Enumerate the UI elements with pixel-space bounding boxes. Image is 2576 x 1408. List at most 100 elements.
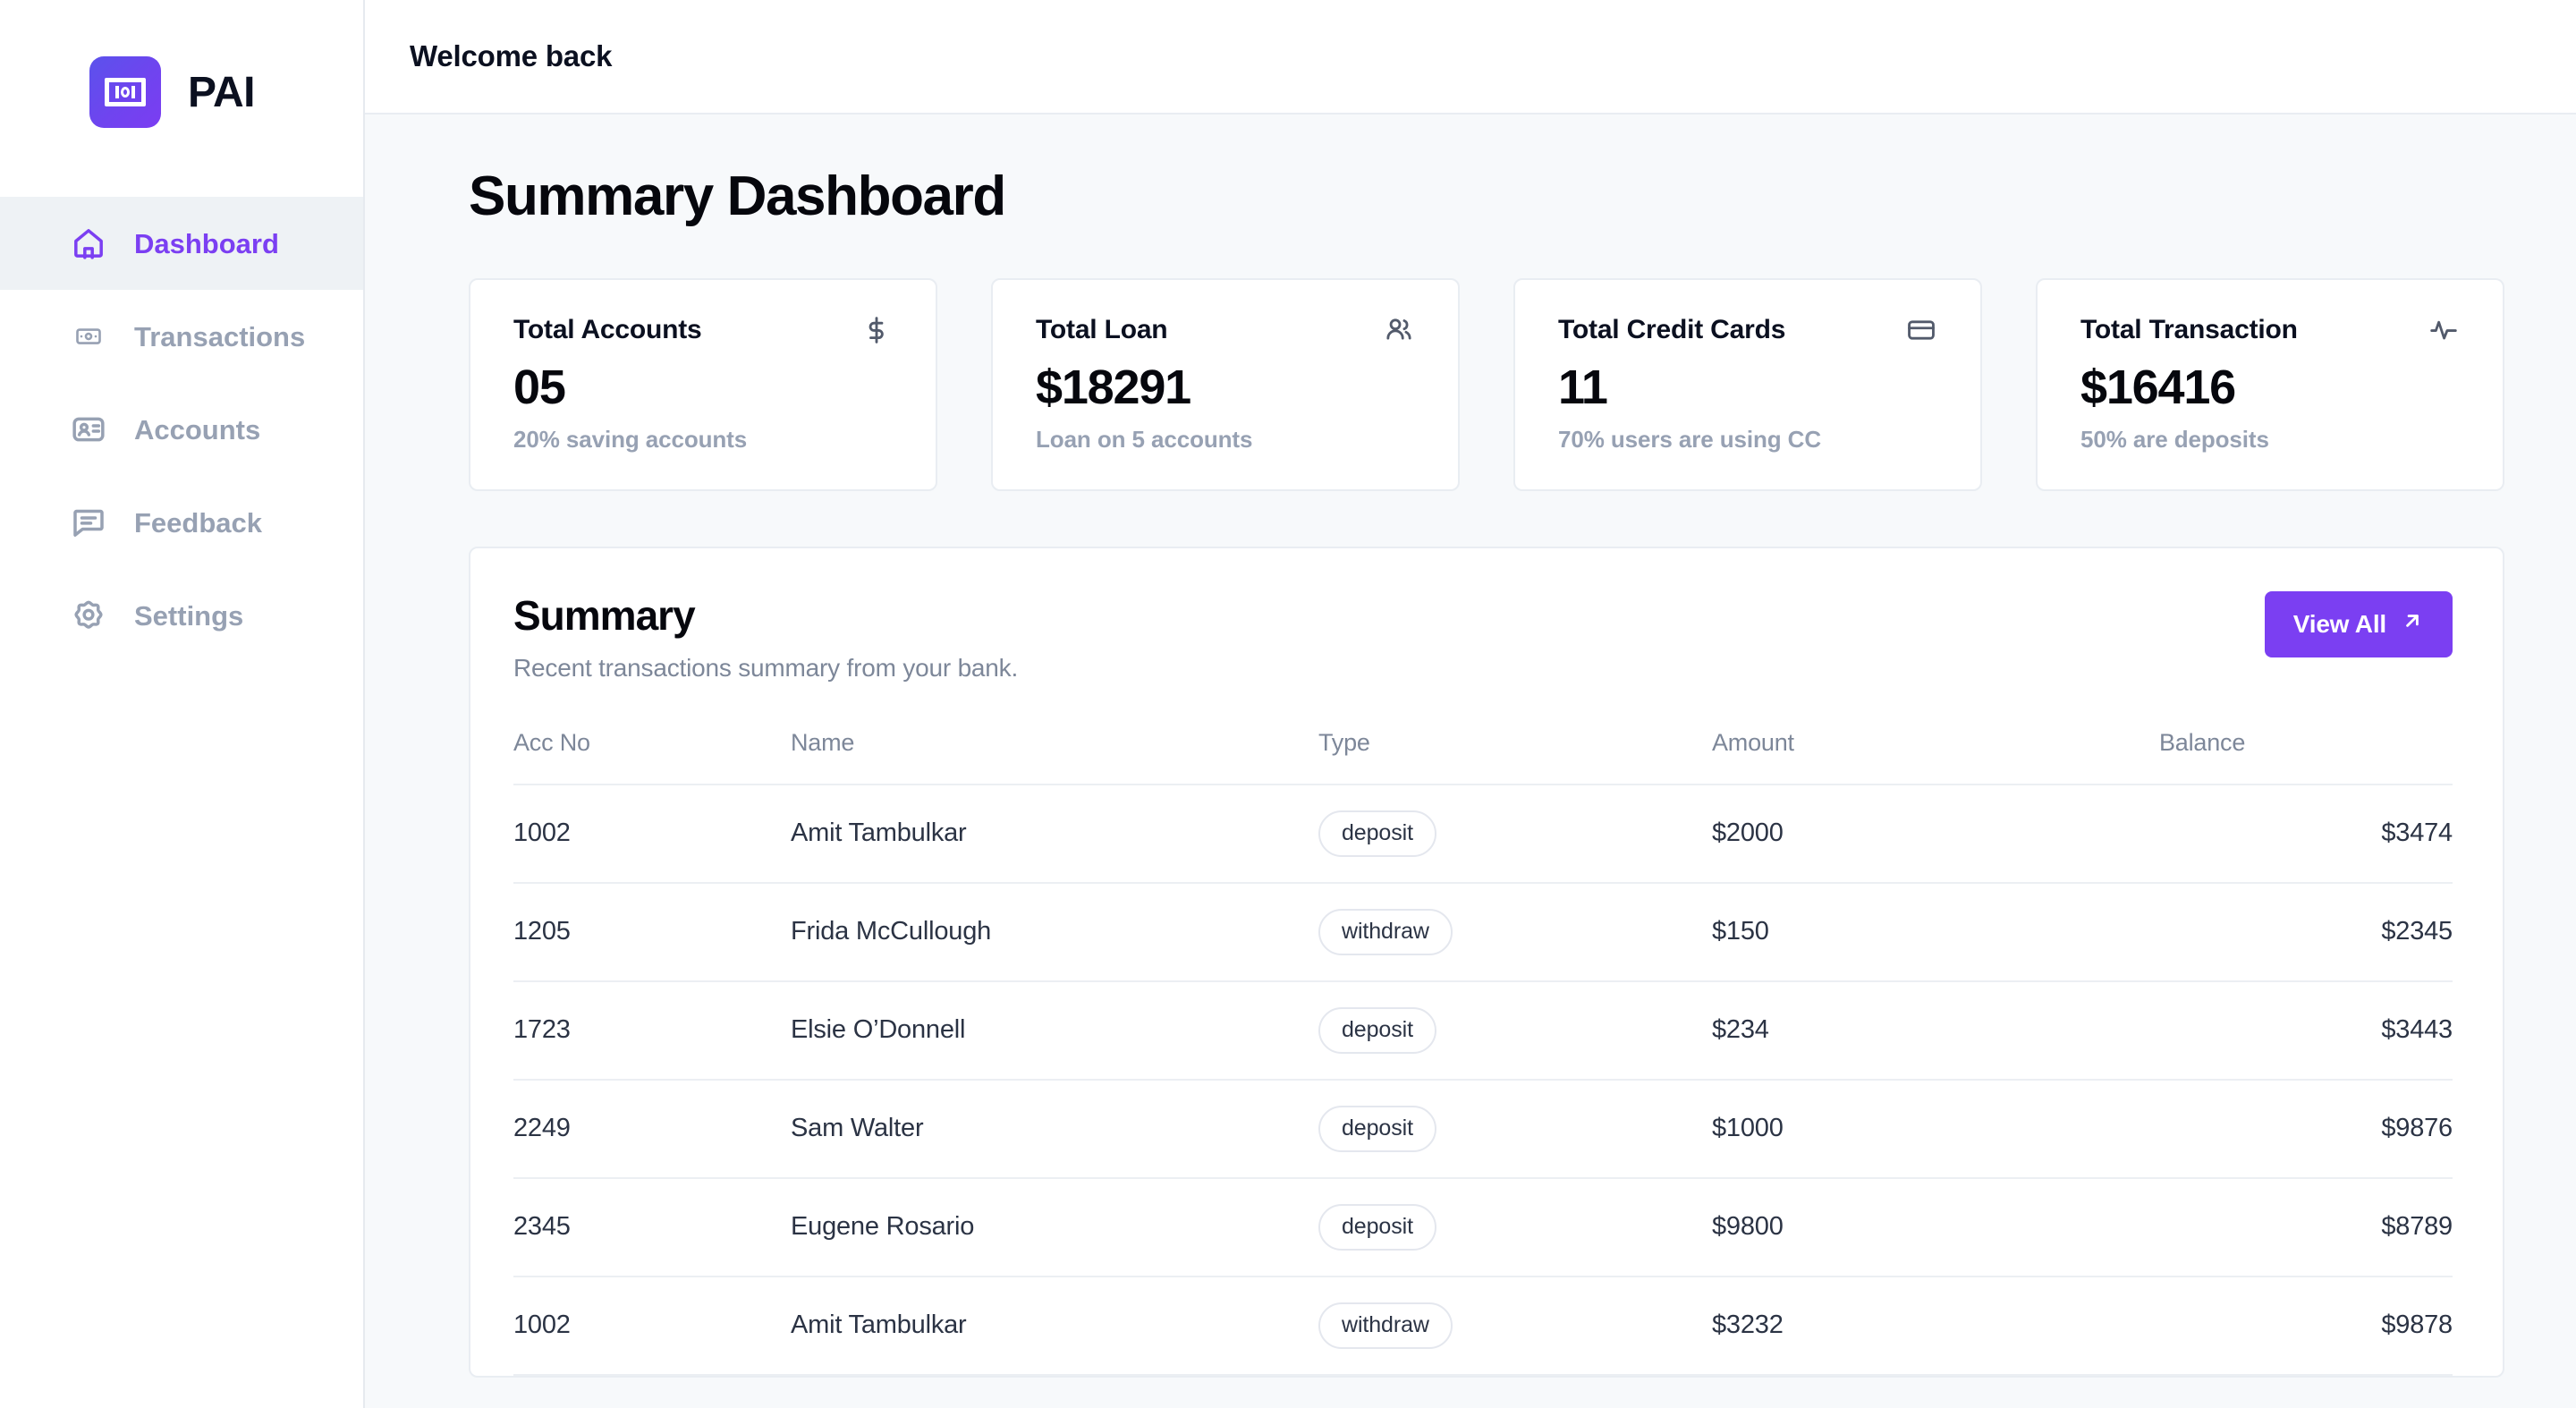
type-badge: deposit xyxy=(1318,810,1436,857)
sidebar-item-label: Feedback xyxy=(134,506,263,539)
type-badge: withdraw xyxy=(1318,1302,1453,1349)
stat-cards: Total Accounts 05 20% saving accounts To… xyxy=(469,278,2504,491)
cell-acc-no: 2345 xyxy=(513,1177,791,1277)
stat-card-header: Total Transaction xyxy=(2080,314,2460,346)
brand-name: PAI xyxy=(188,68,255,116)
arrow-up-right-icon xyxy=(2401,609,2424,639)
column-header-acc-no: Acc No xyxy=(513,728,791,785)
type-badge: deposit xyxy=(1318,1006,1436,1054)
cell-type: deposit xyxy=(1318,1177,1712,1277)
cell-acc-no: 1205 xyxy=(513,882,791,982)
id-card-icon xyxy=(70,411,107,448)
topbar: Welcome back xyxy=(365,0,2576,115)
cell-amount: $2000 xyxy=(1712,784,2159,884)
stat-card-total-transaction: Total Transaction $16416 50% are deposit… xyxy=(2036,278,2504,491)
stat-card-subtext: 50% are deposits xyxy=(2080,425,2269,453)
transactions-table: Acc No Name Type Amount Balance 1002 Ami… xyxy=(513,728,2453,1376)
sidebar-item-label: Transactions xyxy=(134,320,306,352)
logo-tile xyxy=(89,56,161,128)
main-area: Welcome back Summary Dashboard Total Acc… xyxy=(365,0,2576,1408)
sidebar-item-settings[interactable]: Settings xyxy=(0,569,363,662)
cell-name: Elsie O’Donnell xyxy=(791,980,1318,1081)
summary-heading-group: Summary Recent transactions summary from… xyxy=(513,591,1018,683)
summary-header: Summary Recent transactions summary from… xyxy=(513,590,2453,683)
dollar-icon xyxy=(860,314,893,346)
users-icon xyxy=(1383,314,1415,346)
type-badge: deposit xyxy=(1318,1105,1436,1152)
stat-card-total-credit-cards: Total Credit Cards 11 70% users are usin… xyxy=(1513,278,1982,491)
stat-card-total-loan: Total Loan $18291 Loan on 5 accounts xyxy=(991,278,1460,491)
table-row[interactable]: 2345 Eugene Rosario deposit $9800 $8789 xyxy=(513,1177,2453,1277)
view-all-label: View All xyxy=(2292,609,2386,638)
cell-balance: $3474 xyxy=(2159,784,2453,884)
cell-type: withdraw xyxy=(1318,1276,1712,1376)
cell-balance: $8789 xyxy=(2159,1177,2453,1277)
app-root: PAI Dashboard Transactions Accounts Feed… xyxy=(0,0,2576,1408)
sidebar-item-transactions[interactable]: Transactions xyxy=(0,290,363,383)
sidebar-item-accounts[interactable]: Accounts xyxy=(0,383,363,476)
stat-card-value: 11 xyxy=(1558,360,1608,414)
sidebar: PAI Dashboard Transactions Accounts Feed… xyxy=(0,0,365,1408)
column-header-amount: Amount xyxy=(1712,728,2159,785)
sidebar-nav: Dashboard Transactions Accounts Feedback xyxy=(0,197,363,662)
sidebar-item-dashboard[interactable]: Dashboard xyxy=(0,197,363,290)
stat-card-label: Total Transaction xyxy=(2080,315,2298,344)
sidebar-item-label: Accounts xyxy=(134,413,261,445)
column-header-type: Type xyxy=(1318,728,1712,785)
banknote-icon xyxy=(70,318,107,355)
stat-card-header: Total Loan xyxy=(1036,314,1415,346)
summary-title: Summary xyxy=(513,591,696,639)
cell-balance: $9876 xyxy=(2159,1079,2453,1179)
type-badge: withdraw xyxy=(1318,908,1453,955)
stat-card-subtext: 70% users are using CC xyxy=(1558,425,1822,453)
table-row[interactable]: 2249 Sam Walter deposit $1000 $9876 xyxy=(513,1079,2453,1179)
table-row[interactable]: 1002 Amit Tambulkar withdraw $3232 $9878 xyxy=(513,1276,2453,1376)
table-body: 1002 Amit Tambulkar deposit $2000 $3474 … xyxy=(513,784,2453,1376)
stat-card-header: Total Credit Cards xyxy=(1558,314,1937,346)
cell-balance: $9878 xyxy=(2159,1276,2453,1376)
table-row[interactable]: 1002 Amit Tambulkar deposit $2000 $3474 xyxy=(513,784,2453,884)
chat-icon xyxy=(70,504,107,541)
cell-amount: $150 xyxy=(1712,882,2159,982)
gear-icon xyxy=(70,597,107,634)
credit-card-icon xyxy=(1905,314,1937,346)
cell-acc-no: 1723 xyxy=(513,980,791,1081)
cell-acc-no: 2249 xyxy=(513,1079,791,1179)
cell-name: Sam Walter xyxy=(791,1079,1318,1179)
summary-panel: Summary Recent transactions summary from… xyxy=(469,546,2504,1378)
content-scroll: Summary Dashboard Total Accounts 05 20% … xyxy=(365,115,2576,1408)
cell-acc-no: 1002 xyxy=(513,784,791,884)
stat-card-label: Total Accounts xyxy=(513,315,702,344)
view-all-button[interactable]: View All xyxy=(2264,590,2453,657)
sidebar-item-feedback[interactable]: Feedback xyxy=(0,476,363,569)
cell-name: Eugene Rosario xyxy=(791,1177,1318,1277)
summary-subtitle: Recent transactions summary from your ba… xyxy=(513,653,1019,682)
sidebar-item-label: Dashboard xyxy=(134,227,279,259)
stat-card-total-accounts: Total Accounts 05 20% saving accounts xyxy=(469,278,937,491)
table-header-row: Acc No Name Type Amount Balance xyxy=(513,728,2453,785)
cell-amount: $1000 xyxy=(1712,1079,2159,1179)
brand[interactable]: PAI xyxy=(0,0,363,143)
cell-amount: $3232 xyxy=(1712,1276,2159,1376)
sidebar-item-label: Settings xyxy=(134,599,244,632)
table-row[interactable]: 1723 Elsie O’Donnell deposit $234 $3443 xyxy=(513,980,2453,1081)
cell-acc-no: 1002 xyxy=(513,1276,791,1376)
welcome-title: Welcome back xyxy=(410,39,613,72)
stat-card-label: Total Loan xyxy=(1036,315,1168,344)
column-header-name: Name xyxy=(791,728,1318,785)
cell-name: Frida McCullough xyxy=(791,882,1318,982)
table-head: Acc No Name Type Amount Balance xyxy=(513,728,2453,785)
cell-amount: $9800 xyxy=(1712,1177,2159,1277)
cell-name: Amit Tambulkar xyxy=(791,1276,1318,1376)
stat-card-header: Total Accounts xyxy=(513,314,893,346)
cell-type: withdraw xyxy=(1318,882,1712,982)
table-row[interactable]: 1205 Frida McCullough withdraw $150 $234… xyxy=(513,882,2453,982)
stat-card-value: 05 xyxy=(513,360,566,414)
cell-type: deposit xyxy=(1318,1079,1712,1179)
cell-type: deposit xyxy=(1318,980,1712,1081)
activity-icon xyxy=(2428,314,2460,346)
cell-type: deposit xyxy=(1318,784,1712,884)
cell-balance: $3443 xyxy=(2159,980,2453,1081)
home-icon xyxy=(70,225,107,262)
cell-amount: $234 xyxy=(1712,980,2159,1081)
